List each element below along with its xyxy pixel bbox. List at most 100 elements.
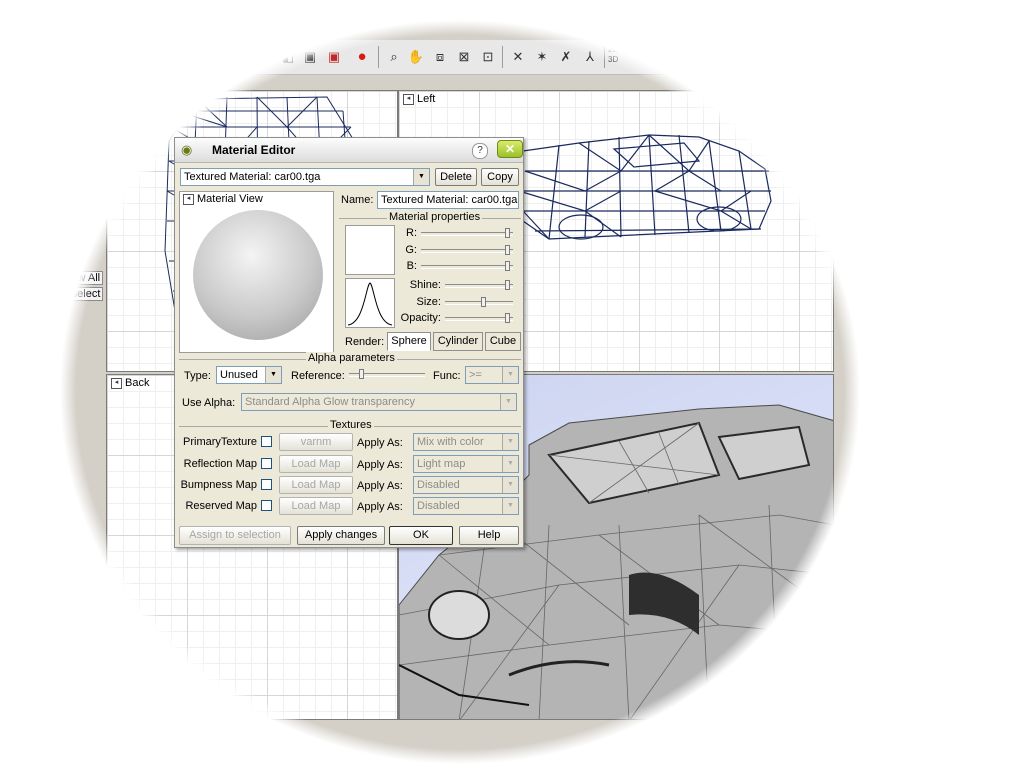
cube-icon[interactable]: ⧈	[430, 46, 450, 66]
primary-apply-value: Mix with color	[417, 436, 484, 448]
primary-texture-checkbox[interactable]	[261, 436, 272, 447]
color-swatch[interactable]	[345, 225, 395, 275]
viewport-menu-icon[interactable]: ◂	[183, 193, 194, 205]
material-preview-sphere	[193, 210, 323, 340]
copy-button[interactable]: Copy	[481, 168, 519, 186]
alpha-parameters-title: Alpha parameters	[306, 352, 397, 365]
back-viewport-label: ◂ Back	[111, 377, 149, 389]
toolbar-separator	[502, 46, 503, 68]
shine-label: Shine:	[409, 279, 441, 291]
render-label: Render:	[345, 336, 385, 348]
tab-cube[interactable]: Cube	[485, 332, 521, 351]
bumpness-apply-select[interactable]: Disabled ▼	[413, 476, 519, 494]
material-select[interactable]: Textured Material: car00.tga ▼	[180, 168, 430, 186]
chevron-down-icon[interactable]: ▼	[502, 456, 518, 472]
opacity-slider[interactable]	[445, 313, 513, 323]
delete-button[interactable]: Delete	[435, 168, 477, 186]
zoom-icon[interactable]: ⌕	[384, 46, 404, 66]
close-icon[interactable]: ✕	[497, 140, 523, 158]
vertex-select-icon[interactable]: ✕	[508, 46, 528, 66]
specular-curve	[347, 282, 393, 326]
bumpness-map-checkbox[interactable]	[261, 479, 272, 490]
primary-apply-select[interactable]: Mix with color ▼	[413, 433, 519, 451]
use-alpha-select[interactable]: Standard Alpha Glow transparency ▼	[241, 393, 517, 411]
primary-texture-button[interactable]: varnm	[279, 433, 353, 451]
viewport-menu-icon[interactable]: ◂	[111, 377, 122, 389]
material-view-title: Material View	[197, 193, 263, 205]
shine-slider[interactable]	[445, 280, 513, 290]
box-red-icon[interactable]: ▣	[324, 46, 344, 66]
dialog-titlebar[interactable]: ◉ Material Editor ? ✕	[175, 138, 523, 163]
apply-as-label: Apply As:	[357, 437, 403, 449]
box-solid-icon[interactable]: ◧	[278, 46, 298, 66]
slider-thumb[interactable]	[505, 280, 510, 290]
g-slider[interactable]	[421, 245, 513, 255]
hand-icon[interactable]: ✋	[406, 46, 426, 66]
chevron-down-icon[interactable]: ▼	[265, 367, 281, 383]
slider-thumb[interactable]	[505, 261, 510, 271]
slider-thumb[interactable]	[359, 369, 364, 379]
star-select-icon[interactable]: ✶	[532, 46, 552, 66]
alpha-type-select[interactable]: Unused ▼	[216, 366, 282, 384]
material-view-panel: ◂ Material View	[179, 191, 334, 353]
show-all-button[interactable]: Show All	[55, 271, 103, 285]
bumpness-apply-value: Disabled	[417, 479, 460, 491]
material-select-value: Textured Material: car00.tga	[184, 171, 321, 183]
r-label: R:	[406, 227, 417, 239]
slider-thumb[interactable]	[505, 228, 510, 238]
edge-select-icon[interactable]: ✗	[556, 46, 576, 66]
chevron-down-icon[interactable]: ▼	[500, 394, 516, 410]
specular-curve-preview	[345, 278, 395, 328]
axis-icon[interactable]: ⅄	[580, 46, 600, 66]
chevron-down-icon[interactable]: ▼	[502, 367, 518, 383]
slider-thumb[interactable]	[505, 245, 510, 255]
apply-as-label: Apply As:	[357, 459, 403, 471]
b-label: B:	[406, 260, 417, 272]
eye-logo-icon: ◉	[181, 142, 193, 157]
bumpness-load-map-button[interactable]: Load Map	[279, 476, 353, 494]
camera-icon[interactable]: ⊡	[478, 46, 498, 66]
reflection-load-map-button[interactable]: Load Map	[279, 455, 353, 473]
reference-slider[interactable]	[349, 369, 425, 379]
help-button[interactable]: Help	[459, 526, 519, 545]
assign-to-selection-button[interactable]: Assign to selection	[179, 526, 291, 545]
box-outline-icon[interactable]: ▢	[256, 46, 276, 66]
chevron-down-icon[interactable]: ▼	[502, 477, 518, 493]
material-sphere-icon[interactable]: ●	[352, 46, 372, 66]
reserved-map-checkbox[interactable]	[261, 500, 272, 511]
alpha-type-value: Unused	[220, 369, 258, 381]
chevron-down-icon[interactable]: ▼	[502, 498, 518, 514]
size-label: Size:	[416, 296, 441, 308]
func-select[interactable]: >= ▼	[465, 366, 519, 384]
b-slider[interactable]	[421, 261, 513, 271]
func-label: Func:	[433, 370, 461, 382]
type-label: Type:	[184, 370, 211, 382]
help-icon[interactable]: ?	[472, 143, 488, 159]
reserved-apply-value: Disabled	[417, 500, 460, 512]
name-field[interactable]: Textured Material: car00.tga	[377, 191, 519, 209]
mode-toggle-button[interactable]: 2D 3D	[608, 45, 618, 65]
r-slider[interactable]	[421, 228, 513, 238]
reflection-map-checkbox[interactable]	[261, 458, 272, 469]
render-icon[interactable]: ⊠	[454, 46, 474, 66]
textures-title: Textures	[328, 419, 374, 432]
slider-thumb[interactable]	[481, 297, 486, 307]
deselect-button[interactable]: Deselect	[55, 287, 103, 301]
slider-thumb[interactable]	[505, 313, 510, 323]
ok-button[interactable]: OK	[389, 526, 453, 545]
size-slider[interactable]	[445, 297, 513, 307]
reflection-apply-value: Light map	[417, 458, 466, 470]
tab-sphere[interactable]: Sphere	[387, 332, 431, 351]
apply-changes-button[interactable]: Apply changes	[297, 526, 385, 545]
tab-cylinder[interactable]: Cylinder	[433, 332, 483, 351]
mode-toggle-2d: 2D	[608, 45, 619, 54]
reserved-apply-select[interactable]: Disabled ▼	[413, 497, 519, 515]
reflection-apply-select[interactable]: Light map ▼	[413, 455, 519, 473]
reference-label: Reference:	[291, 370, 345, 382]
use-alpha-value: Standard Alpha Glow transparency	[245, 396, 415, 408]
opacity-label: Opacity:	[400, 312, 441, 324]
chevron-down-icon[interactable]: ▼	[413, 169, 429, 185]
box-wire-icon[interactable]: ▣	[300, 46, 320, 66]
chevron-down-icon[interactable]: ▼	[502, 434, 518, 450]
reserved-load-map-button[interactable]: Load Map	[279, 497, 353, 515]
